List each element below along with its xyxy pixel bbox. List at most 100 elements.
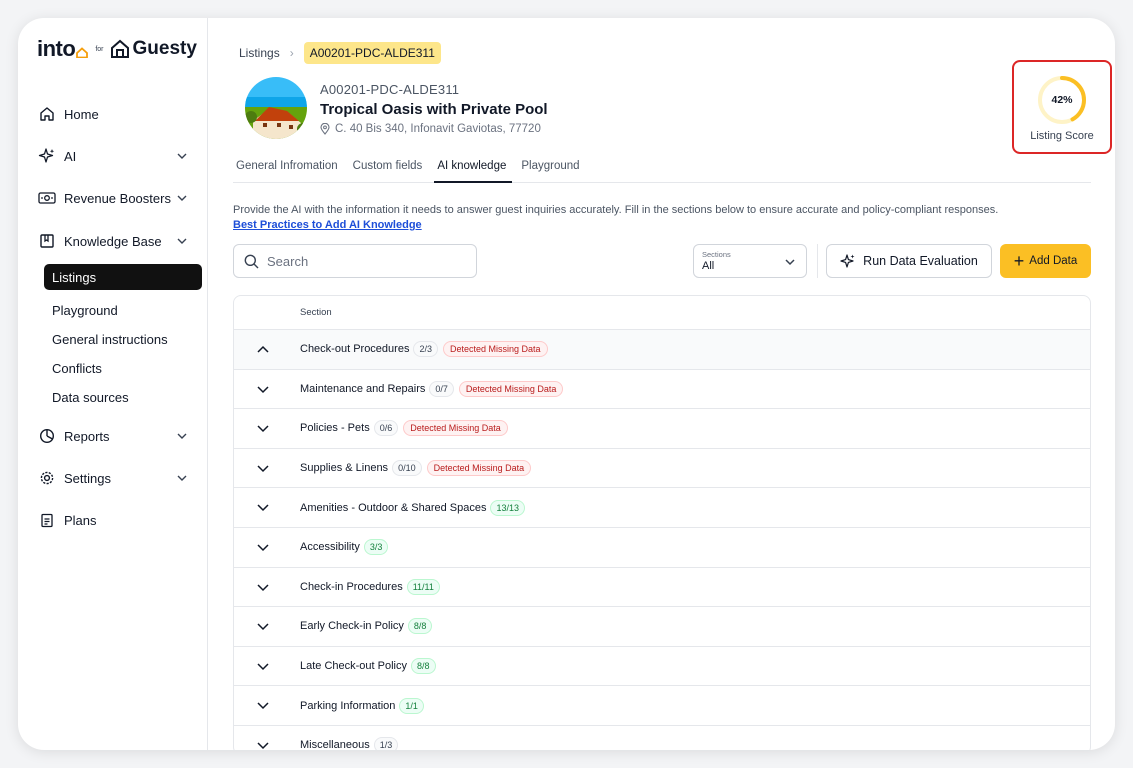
table-row[interactable]: Check-in Procedures 11/11 (234, 568, 1090, 608)
nav-item-reports[interactable]: Reports (38, 424, 188, 448)
main-content: Listings › A00201-PDC-ALDE311 A00201-PDC… (209, 18, 1115, 750)
home-icon (38, 105, 56, 123)
gear-icon (38, 469, 56, 487)
table-row[interactable]: Maintenance and Repairs 0/7 Detected Missi… (234, 370, 1090, 410)
chevron-down-icon[interactable] (256, 661, 270, 671)
toolbar: Sections All Run Data Evaluation + Add D… (233, 244, 1091, 278)
listing-address: C. 40 Bis 340, Infonavit Gaviotas, 77720 (320, 122, 548, 135)
search-box[interactable] (233, 244, 477, 278)
listing-name: Tropical Oasis with Private Pool (320, 100, 548, 118)
sidebar-item-general-instructions[interactable]: General instructions (44, 326, 202, 352)
tab-playground[interactable]: Playground (518, 155, 585, 183)
tab-general-information[interactable]: General Infromation (233, 155, 344, 183)
tab-custom-fields[interactable]: Custom fields (350, 155, 429, 183)
nav-item-knowledge-base[interactable]: Knowledge Base (38, 229, 188, 253)
table-row[interactable]: Accessibility 3/3 (234, 528, 1090, 568)
nav-item-plans[interactable]: Plans (38, 508, 188, 532)
table-header-section: Section (234, 296, 1090, 330)
section-name: Amenities - Outdoor & Shared Spaces (300, 501, 487, 514)
section-count-badge: 1/1 (399, 697, 424, 714)
sparkle-icon (840, 254, 855, 268)
chevron-down-icon (785, 259, 795, 266)
listing-photo (245, 77, 307, 139)
nav-item-settings[interactable]: Settings (38, 466, 188, 490)
section-count-badge: 8/8 (411, 658, 436, 675)
table-row[interactable]: Early Check-in Policy 8/8 (234, 607, 1090, 647)
table-row[interactable]: Miscellaneous 1/3 (234, 726, 1090, 750)
section-name: Supplies & Linens (300, 462, 389, 475)
table-row[interactable]: Check-out Procedures 2/3 Detected Missing … (234, 330, 1090, 370)
section-name: Policies - Pets (300, 422, 370, 435)
sidebar-item-playground[interactable]: Playground (44, 297, 202, 323)
nav-label: Revenue Boosters (64, 190, 171, 206)
chevron-down-icon (177, 153, 187, 159)
sidebar-item-listings[interactable]: Listings (44, 264, 202, 290)
table-row[interactable]: Parking Information 1/1 (234, 686, 1090, 726)
breadcrumb-listings-link[interactable]: Listings (239, 46, 280, 60)
row-content: Accessibility 3/3 (300, 539, 389, 556)
chevron-down-icon[interactable] (256, 423, 270, 433)
section-count-badge: 0/6 (373, 420, 399, 437)
sidebar-item-data-sources[interactable]: Data sources (44, 384, 202, 410)
add-data-button[interactable]: + Add Data (1000, 244, 1091, 278)
chevron-down-icon (177, 475, 187, 481)
chevron-down-icon[interactable] (256, 542, 270, 552)
table-row[interactable]: Policies - Pets 0/6 Detected Missing Data (234, 409, 1090, 449)
sections-table: Section Check-out Procedures 2/3 Detected … (233, 295, 1091, 750)
section-name: Parking Information (300, 699, 396, 712)
listing-score-card[interactable]: 42% Listing Score (1012, 60, 1112, 154)
nav-label: Reports (64, 428, 110, 444)
tab-ai-knowledge[interactable]: AI knowledge (434, 155, 513, 183)
nav-label: Plans (64, 512, 97, 528)
nav-label: Home (64, 106, 99, 122)
section-name: Check-out Procedures (300, 343, 410, 356)
score-value: 42% (1051, 94, 1073, 106)
logo-into-text: into (37, 36, 89, 62)
table-row[interactable]: Supplies & Linens 0/10 Detected Missing Da… (234, 449, 1090, 489)
guesty-house-icon (110, 39, 129, 58)
listing-code: A00201-PDC-ALDE311 (320, 81, 460, 97)
logo-house-icon (76, 47, 89, 58)
run-data-evaluation-button[interactable]: Run Data Evaluation (826, 244, 992, 278)
section-name: Check-in Procedures (300, 580, 403, 593)
best-practices-link[interactable]: Best Practices to Add AI Knowledge (233, 218, 1093, 233)
table-row[interactable]: Late Check-out Policy 8/8 (234, 647, 1090, 687)
row-content: Late Check-out Policy 8/8 (300, 658, 436, 675)
section-name: Miscellaneous (300, 739, 370, 750)
tab-bar: General Infromation Custom fields AI kno… (233, 155, 1091, 183)
chevron-right-icon: › (289, 46, 294, 60)
section-name: Early Check-in Policy (300, 620, 404, 633)
missing-data-badge: Detected Missing Data (442, 341, 548, 358)
chevron-down-icon[interactable] (256, 384, 270, 394)
row-content: Miscellaneous 1/3 (300, 737, 399, 750)
sparkle-icon (38, 147, 56, 165)
sections-dropdown[interactable]: Sections All (693, 244, 807, 278)
nav-item-revenue-boosters[interactable]: Revenue Boosters (38, 186, 188, 210)
table-row[interactable]: Amenities - Outdoor & Shared Spaces 13/13 (234, 488, 1090, 528)
section-count-badge: 2/3 (413, 341, 438, 358)
listing-header: A00201-PDC-ALDE311 Tropical Oasis with P… (245, 77, 548, 139)
missing-data-badge: Detected Missing Data (403, 420, 508, 437)
chevron-down-icon[interactable] (256, 740, 270, 750)
section-name: Accessibility (300, 541, 360, 554)
app-window: into for Guesty Home AI Revenue Boosters (18, 18, 1115, 750)
listing-info: A00201-PDC-ALDE311 Tropical Oasis with P… (320, 82, 548, 135)
nav-item-ai[interactable]: AI (38, 144, 188, 168)
chevron-down-icon[interactable] (256, 463, 270, 473)
chevron-down-icon[interactable] (256, 700, 270, 710)
nav-item-home[interactable]: Home (38, 102, 188, 126)
search-input[interactable] (267, 253, 467, 269)
sidebar: into for Guesty Home AI Revenue Boosters (18, 18, 208, 750)
chevron-down-icon[interactable] (256, 582, 270, 592)
clipboard-icon (38, 511, 56, 529)
add-data-label: Add Data (1029, 255, 1078, 267)
row-content: Check-in Procedures 11/11 (300, 578, 440, 595)
logo-guesty-label: Guesty (132, 38, 197, 59)
chevron-down-icon[interactable] (256, 621, 270, 631)
sidebar-item-conflicts[interactable]: Conflicts (44, 355, 202, 381)
chevron-down-icon (177, 238, 187, 244)
intro-text: Provide the AI with the information it n… (233, 203, 1093, 233)
chevron-down-icon[interactable] (256, 502, 270, 512)
chevron-up-icon[interactable] (256, 344, 270, 354)
section-count-badge: 3/3 (363, 539, 389, 556)
